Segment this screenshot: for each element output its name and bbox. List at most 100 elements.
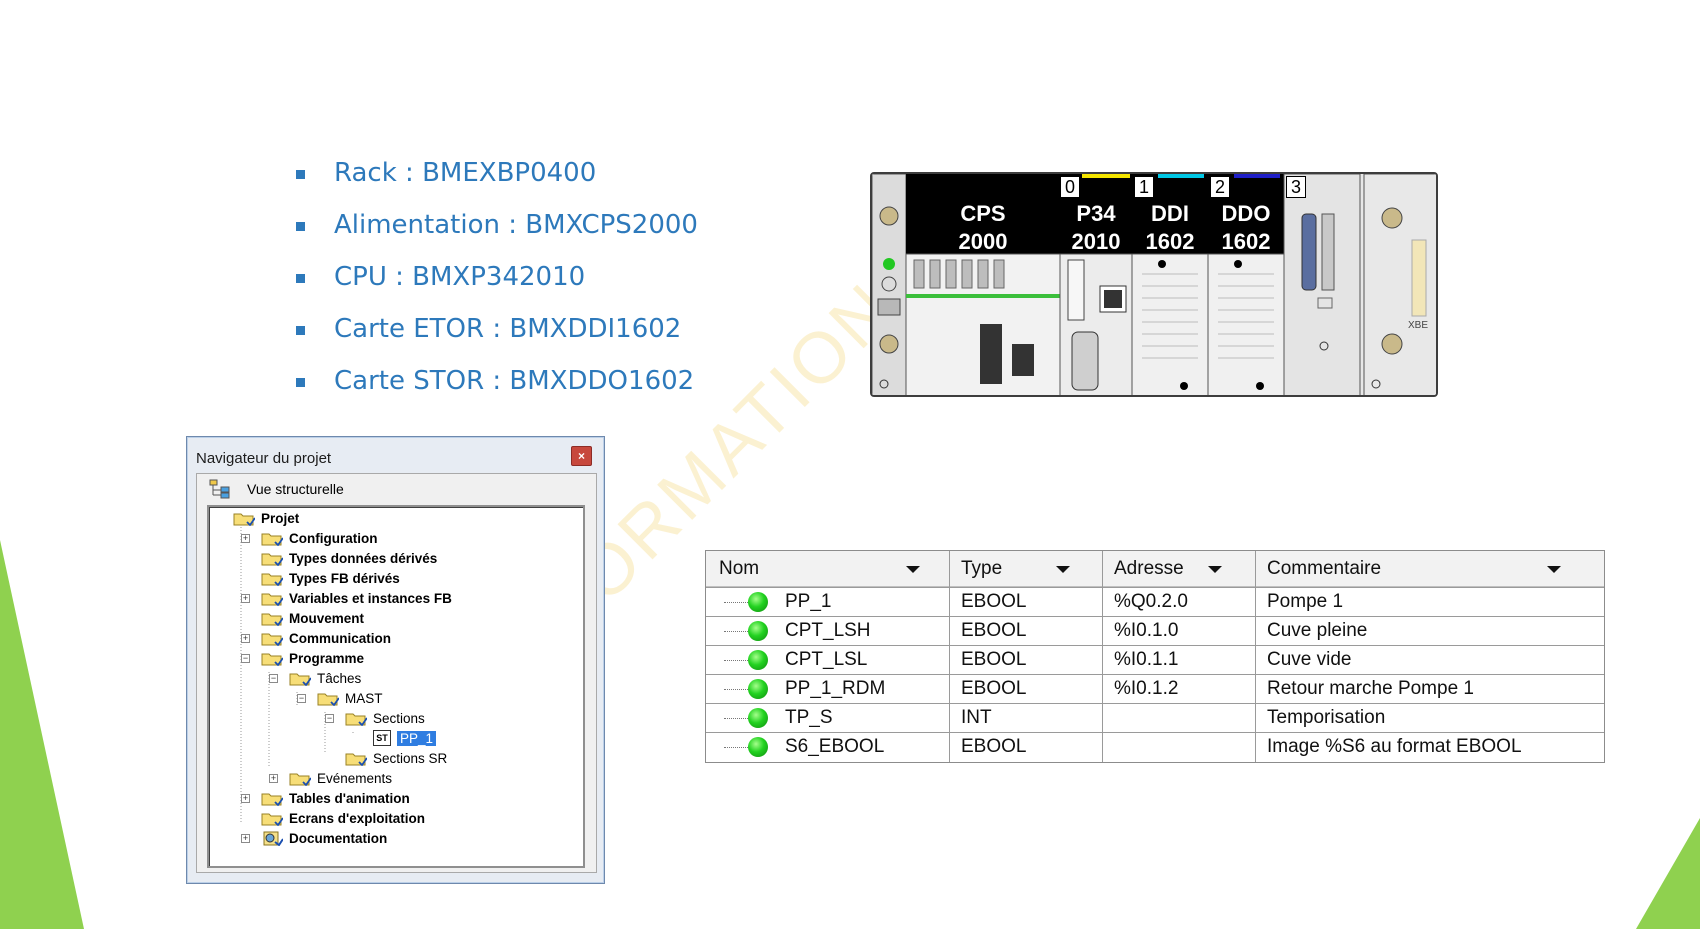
ddi-label: DDI 1602 <box>1145 201 1195 254</box>
tree-item[interactable]: Configuration <box>261 529 377 547</box>
structure-view-icon <box>209 479 230 499</box>
table-header: Nom Type Adresse Commentaire <box>706 551 1604 587</box>
tree-item[interactable]: Types FB dérivés <box>261 569 400 587</box>
sort-arrow-icon[interactable] <box>906 566 920 573</box>
tree-expander-icon[interactable]: + <box>241 634 250 643</box>
cell-commentaire[interactable]: Cuve pleine <box>1267 617 1367 645</box>
status-green-dot-icon <box>748 708 768 728</box>
tree-expander-icon[interactable]: − <box>269 674 278 683</box>
bullet-item: CPU : BMXP342010 <box>296 262 698 314</box>
cell-commentaire[interactable]: Image %S6 au format EBOOL <box>1267 733 1522 761</box>
bullet-item: Carte ETOR : BMXDDI1602 <box>296 314 698 366</box>
tree-item[interactable]: Sections SR <box>345 749 447 767</box>
bullet-item: Rack : BMEXBP0400 <box>296 158 698 210</box>
tree-item[interactable]: MAST <box>317 689 383 707</box>
cell-adresse[interactable]: %Q0.2.0 <box>1114 588 1188 616</box>
cell-adresse[interactable]: %I0.1.1 <box>1114 646 1178 674</box>
cell-adresse[interactable]: %I0.1.2 <box>1114 675 1178 703</box>
st-section-icon: ST <box>373 730 391 746</box>
folder-icon <box>261 613 283 626</box>
tree-item-label: Documentation <box>289 830 388 846</box>
tree-expander-icon[interactable]: + <box>241 594 250 603</box>
cell-nom[interactable]: CPT_LSH <box>748 617 871 645</box>
project-navigator-window: Navigateur du projet × Vue structurelle … <box>186 436 605 884</box>
table-row[interactable]: CPT_LSH EBOOL %I0.1.0 Cuve pleine <box>706 616 1604 645</box>
cell-commentaire[interactable]: Pompe 1 <box>1267 588 1343 616</box>
table-row[interactable]: PP_1_RDM EBOOL %I0.1.2 Retour marche Pompe … <box>706 674 1604 703</box>
tree-item[interactable]: Programme <box>261 649 364 667</box>
tree-expander-icon[interactable]: − <box>325 714 334 723</box>
bullet-square-icon <box>296 170 305 179</box>
cell-adresse[interactable]: %I0.1.0 <box>1114 617 1178 645</box>
column-header-type[interactable]: Type <box>961 551 1111 587</box>
tree-item[interactable]: Variables et instances FB <box>261 589 452 607</box>
tree-item[interactable]: Evénements <box>289 769 392 787</box>
tree-item[interactable]: Sections <box>345 709 425 727</box>
tree-expander-icon[interactable]: + <box>241 534 250 543</box>
tree-item[interactable]: ST PP_1 <box>373 729 437 747</box>
folder-icon <box>261 633 283 646</box>
cell-type[interactable]: INT <box>961 704 992 732</box>
variables-table: Nom Type Adresse Commentaire PP_1 EBOOL %Q… <box>705 550 1605 763</box>
folder-icon <box>289 773 311 786</box>
cell-type[interactable]: EBOOL <box>961 617 1026 645</box>
sort-arrow-icon[interactable] <box>1056 566 1070 573</box>
folder-icon <box>289 673 311 686</box>
tree-item[interactable]: Mouvement <box>261 609 364 627</box>
plc-rack-image: 0 1 2 3 CPS 2000 P34 2010 DDI 1602 DDO 1602 … <box>870 172 1438 397</box>
folder-icon <box>233 513 255 526</box>
cell-nom[interactable]: S6_EBOOL <box>748 733 884 761</box>
column-header-nom[interactable]: Nom <box>719 551 949 587</box>
tree-item-label: Types données dérivés <box>289 550 438 566</box>
tree-item-label: Tables d'animation <box>289 790 410 806</box>
window-title: Navigateur du projet <box>196 450 332 467</box>
cell-type[interactable]: EBOOL <box>961 588 1026 616</box>
cell-commentaire[interactable]: Temporisation <box>1267 704 1385 732</box>
folder-icon <box>261 813 283 826</box>
sort-arrow-icon[interactable] <box>1547 566 1561 573</box>
cell-type[interactable]: EBOOL <box>961 733 1026 761</box>
table-row[interactable]: TP_S INT Temporisation <box>706 703 1604 732</box>
cell-type[interactable]: EBOOL <box>961 675 1026 703</box>
column-header-adresse[interactable]: Adresse <box>1114 551 1264 587</box>
cell-type[interactable]: EBOOL <box>961 646 1026 674</box>
tree-item[interactable]: Communication <box>261 629 391 647</box>
tree-expander-icon[interactable]: − <box>297 694 306 703</box>
close-button[interactable]: × <box>571 446 592 466</box>
sort-arrow-icon[interactable] <box>1208 566 1222 573</box>
table-row[interactable]: S6_EBOOL EBOOL Image %S6 au format EBOOL <box>706 732 1604 761</box>
table-row[interactable]: CPT_LSL EBOOL %I0.1.1 Cuve vide <box>706 645 1604 674</box>
tree-item-label: PP_1 <box>397 730 437 746</box>
cell-nom[interactable]: TP_S <box>748 704 833 732</box>
cell-nom[interactable]: CPT_LSL <box>748 646 867 674</box>
tree-item[interactable]: Documentation <box>261 829 387 847</box>
tree-expander-icon[interactable]: + <box>241 794 250 803</box>
tree-expander-icon[interactable]: + <box>269 774 278 783</box>
tree-expander-icon[interactable]: − <box>241 654 250 663</box>
cell-nom[interactable]: PP_1_RDM <box>748 675 885 703</box>
cell-nom[interactable]: PP_1 <box>748 588 831 616</box>
table-row[interactable]: PP_1 EBOOL %Q0.2.0 Pompe 1 <box>706 587 1604 616</box>
tree-item[interactable]: Tables d'animation <box>261 789 410 807</box>
tree-item-label: Tâches <box>317 670 362 686</box>
folder-icon <box>261 593 283 606</box>
cell-commentaire[interactable]: Cuve vide <box>1267 646 1352 674</box>
left-accent-triangle <box>0 540 84 929</box>
tree-item-label: Variables et instances FB <box>289 590 452 606</box>
tree-item-label: Evénements <box>317 770 393 786</box>
folder-icon <box>261 793 283 806</box>
tree-expander-icon[interactable]: + <box>241 834 250 843</box>
column-header-commentaire[interactable]: Commentaire <box>1267 551 1587 587</box>
tree-item[interactable]: Types données dérivés <box>261 549 437 567</box>
slot-number: 1 <box>1134 176 1154 198</box>
tree-item-label: Projet <box>261 510 300 526</box>
tree-item[interactable]: Tâches <box>289 669 361 687</box>
structural-view-tab[interactable]: Vue structurelle <box>209 479 344 499</box>
right-accent-triangle <box>1636 818 1700 929</box>
view-label: Vue structurelle <box>247 481 344 497</box>
tree-item[interactable]: Ecrans d'exploitation <box>261 809 425 827</box>
tree-item[interactable]: Projet <box>233 509 299 527</box>
hardware-bullet-list: Rack : BMEXBP0400 Alimentation : BMXCPS2… <box>296 158 698 418</box>
bullet-item: Alimentation : BMXCPS2000 <box>296 210 698 262</box>
cell-commentaire[interactable]: Retour marche Pompe 1 <box>1267 675 1474 703</box>
